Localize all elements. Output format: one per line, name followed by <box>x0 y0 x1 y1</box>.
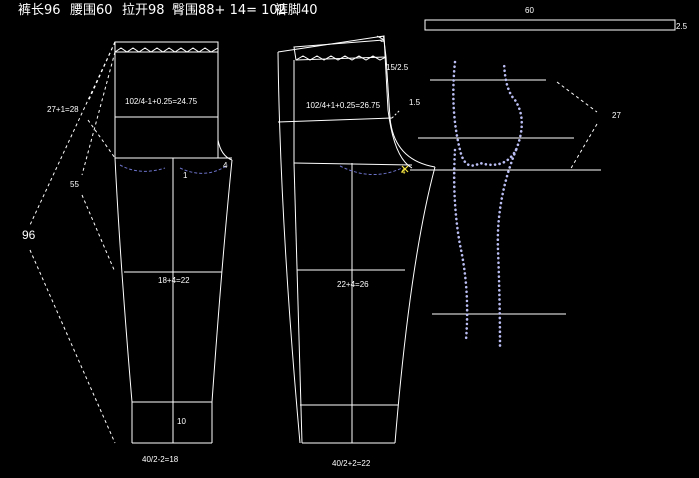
side-dim-guides <box>556 81 598 171</box>
ruler-top-label: 60 <box>525 6 534 15</box>
back-label-1-5: 1.5 <box>409 98 421 107</box>
front-label-96: 96 <box>22 228 36 242</box>
front-waistband <box>114 41 219 53</box>
front-crotch-curve <box>217 139 233 161</box>
pattern-diagram: 裤长96 腰围60 拉开98 臀围88+ 14= 102 裤脚40 60 2.5… <box>18 2 688 468</box>
front-label-55: 55 <box>70 180 79 189</box>
front-crotch-1: 1 <box>183 171 188 180</box>
front-hem-formula: 40/2-2=18 <box>142 455 179 464</box>
front-dimension-guides <box>29 41 116 444</box>
back-dashed-curve <box>339 165 403 176</box>
body-silhouette <box>452 60 524 350</box>
pattern-drafting-canvas: 裤长96 腰围60 拉开98 臀围88+ 14= 102 裤脚40 60 2.5… <box>0 0 699 478</box>
front-outseam <box>114 157 133 443</box>
front-inseam <box>211 159 233 443</box>
ruler-60: 60 2.5 <box>424 6 688 31</box>
back-hip-formula: 102/4+1+0.25=26.75 <box>306 101 381 110</box>
header-item-hip: 臀围88+ 14= 102 <box>172 3 286 18</box>
back-knee-formula: 22+4=26 <box>337 280 369 289</box>
back-hem-formula: 40/2+2=22 <box>332 459 371 468</box>
side-guide-top <box>556 81 598 113</box>
ruler-bar <box>424 19 676 31</box>
back-crotch-line <box>293 162 413 166</box>
front-hem-10: 10 <box>177 417 186 426</box>
back-inseam <box>394 166 436 444</box>
silhouette-right-leg <box>496 148 518 350</box>
header-item-spread: 拉开98 <box>122 3 165 18</box>
back-hip-line <box>277 117 393 123</box>
back-crotch-curve <box>389 117 436 168</box>
guide-96-top <box>29 41 116 226</box>
front-hip-formula: 102/4-1+0.25=24.75 <box>125 97 198 106</box>
guide-55-bottom <box>81 194 116 273</box>
back-guide-1-5 <box>391 109 401 119</box>
back-waist-elastic-zigzag <box>295 55 387 61</box>
guide-55-top <box>81 51 116 176</box>
front-waist-elastic-zigzag <box>114 47 219 53</box>
back-label-15-2-5: 15/2.5 <box>386 63 409 72</box>
side-label-27: 27 <box>612 111 621 120</box>
header-measurements: 裤长96 腰围60 拉开98 臀围88+ 14= 102 裤脚40 <box>18 2 318 18</box>
guide-96-bottom <box>29 249 116 444</box>
header-item-length: 裤长96 <box>18 3 61 18</box>
side-view <box>410 79 601 315</box>
header-item-hem: 裤脚40 <box>275 2 318 18</box>
back-crotch-label-4: 4 <box>401 167 406 176</box>
guide-28-bottom <box>87 119 116 159</box>
front-dashed-curve <box>119 164 229 174</box>
front-crotch-4: 4 <box>223 161 228 170</box>
silhouette-left-leg <box>452 148 469 342</box>
header-item-waist: 腰围60 <box>70 3 113 18</box>
side-guide-bottom <box>569 123 598 171</box>
front-knee-formula: 18+4=22 <box>158 276 190 285</box>
silhouette-hip <box>452 60 524 167</box>
front-label-28: 27+1=28 <box>47 105 79 114</box>
back-label-3: 3 <box>380 35 385 44</box>
back-outseam <box>293 162 303 444</box>
ruler-side-label: 2.5 <box>676 22 688 31</box>
